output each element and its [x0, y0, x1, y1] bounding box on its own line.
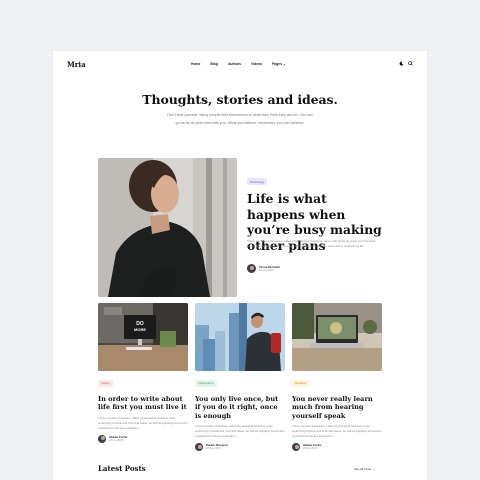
post-date: 28 Sep 2023 — [206, 447, 221, 451]
avatar — [247, 264, 256, 273]
nav-item-pages[interactable]: Pages ⌄ — [272, 62, 286, 66]
post-title[interactable]: You never really learn much from hearing… — [292, 395, 382, 420]
avatar — [98, 434, 106, 443]
author-name: Tessa Dennish — [259, 264, 280, 269]
post-tag[interactable]: Mindflow — [292, 379, 310, 387]
post-excerpt: These complex processes, called physiolo… — [292, 424, 382, 439]
nav-item-blog[interactable]: Blog — [210, 62, 218, 66]
nav-item-home[interactable]: Home — [191, 62, 200, 66]
post-image[interactable] — [292, 303, 382, 371]
svg-text:MORE: MORE — [134, 327, 146, 332]
hero-title: Thoughts, stories and ideas. — [142, 92, 338, 107]
post-title[interactable]: You only live once, but if you do it rig… — [195, 395, 285, 420]
nav-item-authors[interactable]: Authors — [228, 62, 241, 66]
post-image[interactable]: DO MORE — [98, 303, 188, 371]
post-author[interactable]: Abbas Fortis 12 Oct 2023 — [98, 434, 188, 443]
post-title[interactable]: In order to write about life first you m… — [98, 395, 188, 412]
avatar — [195, 443, 203, 452]
post-excerpt: These complex processes, called physiolo… — [98, 415, 188, 430]
post-author[interactable]: Parker Burgess 28 Sep 2023 — [195, 443, 285, 452]
post-tag[interactable]: Coding — [98, 379, 113, 387]
post-card[interactable]: DO MORE Coding In order to write about l… — [98, 303, 188, 443]
post-author[interactable]: Abbas Fortis 30 Apr 2023 — [292, 443, 382, 452]
post-card[interactable]: Photography You only live once, but if y… — [195, 303, 285, 452]
post-card[interactable]: Mindflow You never really learn much fro… — [292, 303, 382, 452]
latest-posts-title: Latest Posts — [98, 464, 146, 473]
post-date: 12 Oct 2023 — [109, 438, 124, 442]
featured-author[interactable]: Tessa Dennish 24 Aug 2023 — [247, 264, 280, 273]
avatar — [292, 443, 300, 452]
post-date: 30 Apr 2023 — [303, 447, 317, 451]
moon-icon[interactable] — [399, 61, 404, 66]
see-all-posts-link[interactable]: See all posts → — [354, 467, 375, 471]
post-image[interactable] — [195, 303, 285, 371]
search-icon[interactable] — [408, 61, 413, 66]
site-logo[interactable]: Mria — [67, 60, 86, 69]
post-date: 24 Aug 2023 — [259, 268, 274, 272]
featured-tag[interactable]: Technology — [247, 178, 268, 185]
nav-item-videos[interactable]: Videos — [251, 62, 262, 66]
post-tag[interactable]: Photography — [195, 379, 217, 387]
header-actions — [399, 61, 413, 66]
featured-image[interactable] — [98, 158, 237, 297]
post-excerpt: These complex processes, called physiolo… — [195, 424, 285, 439]
main-nav: Home Blog Authors Videos Pages ⌄ — [191, 62, 286, 66]
featured-excerpt: These complex processes, called physiolo… — [247, 239, 376, 249]
hero-subtitle: Don't limit yourself. Many people limit … — [167, 113, 313, 126]
page-container: Mria Home Blog Authors Videos Pages ⌄ Th… — [53, 51, 427, 480]
